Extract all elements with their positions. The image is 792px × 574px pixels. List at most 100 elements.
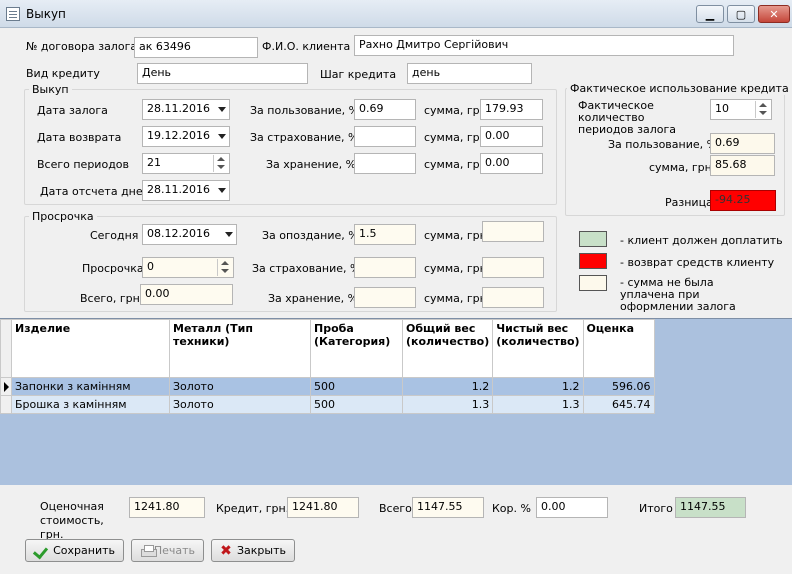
actual-sum-input[interactable]: 85.68	[710, 155, 775, 176]
total-input[interactable]: 1147.55	[412, 497, 484, 518]
maximize-button[interactable]: ▢	[727, 5, 755, 23]
save-button[interactable]: Сохранить	[25, 539, 124, 562]
overdue-insurance-sum-input[interactable]	[482, 257, 544, 278]
table-header-row: Изделие Металл (Тип техники) Проба (Кате…	[0, 319, 655, 378]
close-button[interactable]: ✖ Закрыть	[211, 539, 295, 562]
client-input[interactable]: Рахно Дмитро Сергійович	[354, 35, 734, 56]
usage-pct-input[interactable]: 0.69	[354, 99, 416, 120]
overdue-stepper[interactable]: 0	[142, 257, 234, 278]
pledge-date-label: Дата залога	[37, 104, 108, 117]
credit-input[interactable]: 1241.80	[287, 497, 359, 518]
checkmark-icon	[34, 544, 48, 558]
overdue-storage-label: За хранение, %	[268, 292, 359, 305]
cell-metal[interactable]: Золото	[169, 377, 311, 396]
row-indicator	[0, 395, 12, 414]
close-window-button[interactable]: ✕	[758, 5, 790, 23]
row-indicator-header	[0, 319, 12, 378]
column-header[interactable]: Чистый вес (количество)	[492, 319, 584, 378]
late-sum-input[interactable]	[482, 221, 544, 242]
overdue-group-title: Просрочка	[29, 210, 97, 223]
cell-metal[interactable]: Золото	[169, 395, 311, 414]
row-indicator	[0, 377, 12, 396]
usage-sum-input[interactable]: 179.93	[480, 99, 543, 120]
cell-net[interactable]: 1.3	[492, 395, 584, 414]
today-date-picker[interactable]: 08.12.2016	[142, 224, 237, 245]
chevron-down-icon	[218, 188, 226, 193]
column-header[interactable]: Оценка	[582, 319, 655, 378]
actual-periods-stepper[interactable]: 10	[710, 99, 772, 120]
cell-value[interactable]: 645.74	[582, 395, 655, 414]
step-input[interactable]: день	[407, 63, 532, 84]
return-date-picker[interactable]: 19.12.2016	[142, 126, 230, 147]
credit-label: Кредит, грн.	[216, 502, 290, 515]
actual-usage-title: Фактическое использование кредита	[567, 82, 792, 95]
estimate-input[interactable]: 1241.80	[129, 497, 205, 518]
credit-type-label: Вид кредиту	[26, 67, 100, 80]
return-date-label: Дата возврата	[37, 131, 122, 144]
overdue-insurance-label: За страхование, %	[252, 262, 361, 275]
close-icon: ✕	[769, 7, 779, 21]
legend-swatch-red	[579, 253, 607, 269]
cell-gross[interactable]: 1.2	[401, 377, 494, 396]
minimize-button[interactable]: ▁	[696, 5, 724, 23]
legend-text-1: - клиент должен доплатить	[620, 234, 783, 247]
cell-item[interactable]: Брошка з камінням	[11, 395, 170, 414]
overdue-insurance-input[interactable]	[354, 257, 416, 278]
spin-buttons[interactable]	[217, 259, 232, 276]
actual-periods-label: Фактическое количество периодов залога	[578, 99, 677, 136]
contract-input[interactable]: ак 63496	[134, 37, 258, 58]
insurance-pct-input[interactable]	[354, 126, 416, 147]
column-header[interactable]: Проба (Категория)	[310, 319, 403, 378]
items-table: Изделие Металл (Тип техники) Проба (Кате…	[0, 319, 655, 414]
diff-label: Разница	[665, 196, 713, 209]
app-icon	[6, 7, 20, 21]
column-header[interactable]: Металл (Тип техники)	[169, 319, 311, 378]
itogo-label: Итого	[639, 502, 673, 515]
maximize-icon: ▢	[735, 7, 747, 21]
storage-sum-input[interactable]: 0.00	[480, 153, 543, 174]
actual-usage-pct-input[interactable]: 0.69	[710, 133, 775, 154]
step-label: Шаг кредита	[320, 68, 397, 81]
storage-pct-label: За хранение, %	[266, 158, 357, 171]
print-button[interactable]: Печать	[131, 539, 204, 562]
cell-net[interactable]: 1.2	[492, 377, 584, 396]
buyout-group-title: Выкуп	[29, 83, 72, 96]
cell-item[interactable]: Запонки з камінням	[11, 377, 170, 396]
spin-buttons[interactable]	[755, 101, 770, 118]
late-sum-label: сумма, грн.	[424, 229, 491, 242]
pledge-date-picker[interactable]: 28.11.2016	[142, 99, 230, 120]
periods-stepper[interactable]: 21	[142, 153, 230, 174]
cell-gross[interactable]: 1.3	[401, 395, 494, 414]
insurance-pct-label: За страхование, %	[250, 131, 359, 144]
cell-value[interactable]: 596.06	[582, 377, 655, 396]
overdue-storage-input[interactable]	[354, 287, 416, 308]
close-icon: ✖	[220, 542, 232, 559]
client-label: Ф.И.О. клиента	[262, 40, 351, 53]
chevron-down-icon	[218, 134, 226, 139]
overdue-total-input[interactable]: 0.00	[140, 284, 233, 305]
table-row[interactable]: Брошка з камінням Золото 500 1.3 1.3 645…	[0, 395, 655, 414]
storage-pct-input[interactable]	[354, 153, 416, 174]
window-title: Выкуп	[26, 7, 66, 21]
overdue-total-label: Всего, грн.	[80, 292, 144, 305]
cell-probe[interactable]: 500	[310, 377, 403, 396]
credit-type-input[interactable]: День	[137, 63, 308, 84]
late-pct-input[interactable]: 1.5	[354, 224, 416, 245]
legend-swatch-cream	[579, 275, 607, 291]
title-bar: Выкуп ▁ ▢ ✕	[0, 0, 792, 28]
count-date-picker[interactable]: 28.11.2016	[142, 180, 230, 201]
cell-probe[interactable]: 500	[310, 395, 403, 414]
insurance-sum-input[interactable]: 0.00	[480, 126, 543, 147]
chevron-down-icon	[218, 107, 226, 112]
column-header[interactable]: Изделие	[11, 319, 170, 378]
estimate-label: Оценочная стоимость, грн.	[40, 500, 104, 541]
table-row[interactable]: Запонки з камінням Золото 500 1.2 1.2 59…	[0, 377, 655, 396]
column-header[interactable]: Общий вес (количество)	[401, 319, 494, 378]
today-label: Сегодня	[90, 229, 139, 242]
overdue-storage-sum-input[interactable]	[482, 287, 544, 308]
usage-pct-label: За пользование, %	[250, 104, 360, 117]
spin-buttons[interactable]	[213, 155, 228, 172]
kor-input[interactable]: 0.00	[536, 497, 608, 518]
items-grid[interactable]: Изделие Металл (Тип техники) Проба (Кате…	[0, 318, 792, 485]
periods-label: Всего периодов	[37, 158, 130, 171]
